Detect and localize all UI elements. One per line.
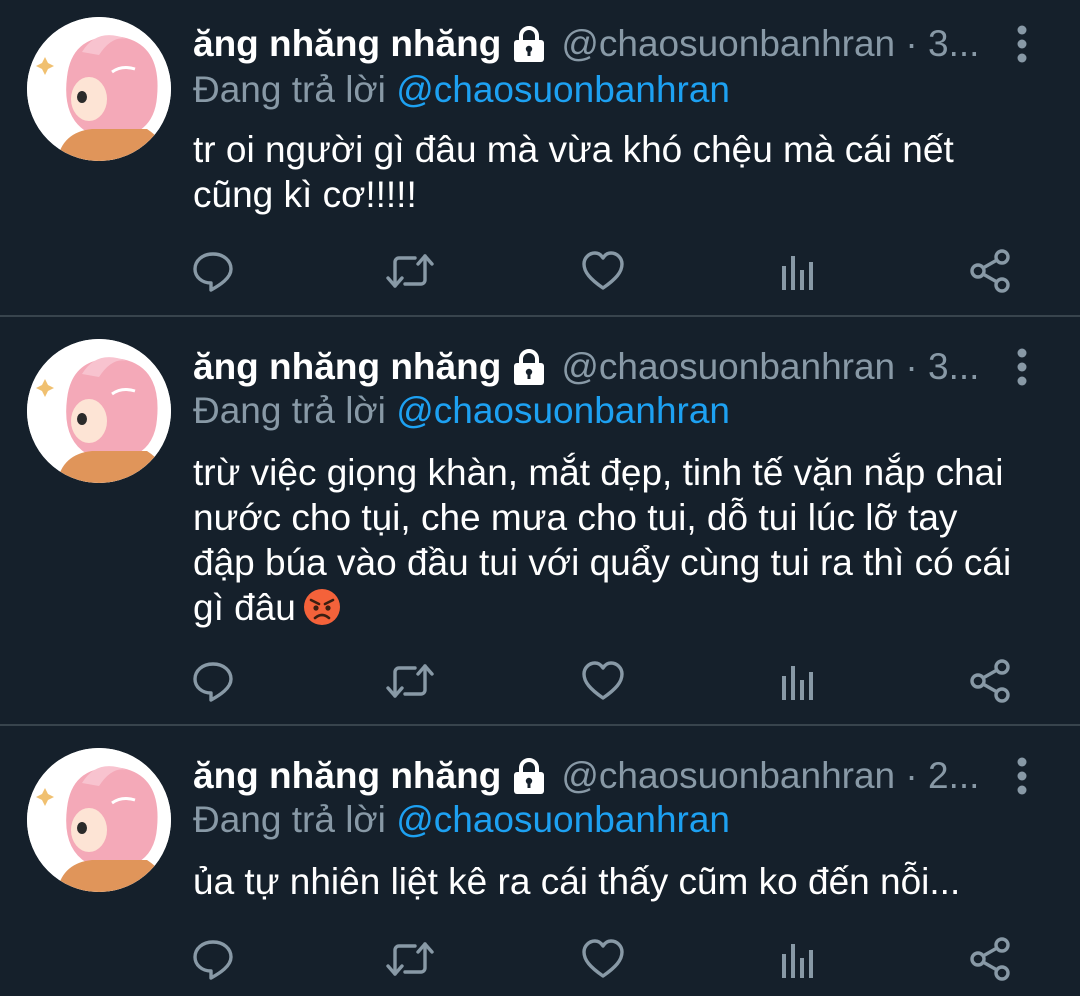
analytics-icon [782, 256, 813, 290]
avatar[interactable] [27, 17, 171, 161]
more-vertical-icon[interactable] [1008, 24, 1036, 64]
reply-prefix: Đang trả lời [193, 799, 386, 840]
share-button[interactable] [966, 934, 1016, 984]
avatar[interactable] [27, 339, 171, 483]
avatar[interactable] [27, 748, 171, 892]
tweet[interactable]: ăng nhăng nhăng @chaosuonbanhran · 3... … [0, 0, 1080, 316]
reply-context: Đang trả lời @chaosuonbanhran [193, 798, 730, 842]
reply-mention-link[interactable]: @chaosuonbanhran [396, 799, 730, 840]
tweet-text: ủa tự nhiên liệt kê ra cái thấy cũm ko đ… [193, 861, 961, 902]
tweet-text: trừ việc giọng khàn, mắt đẹp, tinh tế vặ… [193, 450, 1053, 630]
reply-mention-link[interactable]: @chaosuonbanhran [396, 390, 730, 431]
reply-icon [193, 662, 233, 702]
reply-mention-link[interactable]: @chaosuonbanhran [396, 69, 730, 110]
like-icon [582, 939, 624, 978]
lock-icon [509, 347, 549, 387]
analytics-button[interactable] [772, 656, 822, 706]
reply-context: Đang trả lời @chaosuonbanhran [193, 68, 730, 112]
reply-button[interactable] [188, 246, 238, 296]
share-icon [970, 937, 1010, 981]
analytics-icon [782, 666, 813, 700]
retweet-button[interactable] [385, 246, 435, 296]
avatar-image [27, 339, 171, 483]
tweet-actions [0, 246, 1080, 296]
handle-and-time[interactable]: @chaosuonbanhran · 2... [561, 752, 991, 800]
reply-context: Đang trả lời @chaosuonbanhran [193, 389, 730, 433]
retweet-icon [386, 664, 434, 698]
reply-button[interactable] [188, 934, 238, 984]
share-icon [970, 659, 1010, 703]
more-vertical-icon[interactable] [1008, 347, 1036, 387]
tweet-header: ăng nhăng nhăng @chaosuonbanhran · 3... [193, 343, 991, 391]
retweet-icon [386, 942, 434, 976]
lock-icon [509, 756, 549, 796]
avatar-image [27, 748, 171, 892]
tweet[interactable]: ăng nhăng nhăng @chaosuonbanhran · 2... … [0, 726, 1080, 996]
more-vertical-icon[interactable] [1008, 756, 1036, 796]
analytics-button[interactable] [772, 246, 822, 296]
share-button[interactable] [966, 246, 1016, 296]
share-icon [970, 249, 1010, 293]
like-button[interactable] [578, 246, 628, 296]
display-name[interactable]: ăng nhăng nhăng [193, 20, 501, 68]
handle-and-time[interactable]: @chaosuonbanhran · 3... [561, 20, 991, 68]
reply-icon [193, 252, 233, 292]
lock-icon [509, 24, 549, 64]
tweet-text: tr oi người gì đâu mà vừa khó chệu mà cá… [193, 129, 954, 215]
reply-icon [193, 940, 233, 980]
like-icon [582, 661, 624, 700]
avatar-image [27, 17, 171, 161]
reply-button[interactable] [188, 656, 238, 706]
tweet-header: ăng nhăng nhăng @chaosuonbanhran · 3... [193, 20, 991, 68]
tweet[interactable]: ăng nhăng nhăng @chaosuonbanhran · 3... … [0, 317, 1080, 725]
reply-prefix: Đang trả lời [193, 69, 386, 110]
tweet-actions [0, 656, 1080, 706]
display-name[interactable]: ăng nhăng nhăng [193, 343, 501, 391]
share-button[interactable] [966, 656, 1016, 706]
analytics-icon [782, 944, 813, 978]
reply-prefix: Đang trả lời [193, 390, 386, 431]
like-icon [582, 251, 624, 290]
handle-and-time[interactable]: @chaosuonbanhran · 3... [561, 343, 991, 391]
retweet-button[interactable] [385, 934, 435, 984]
display-name[interactable]: ăng nhăng nhăng [193, 752, 501, 800]
like-button[interactable] [578, 656, 628, 706]
tweet-header: ăng nhăng nhăng @chaosuonbanhran · 2... [193, 752, 991, 800]
tweet-actions [0, 934, 1080, 984]
angry-face-emoji [302, 587, 342, 627]
retweet-icon [386, 254, 434, 288]
analytics-button[interactable] [772, 934, 822, 984]
like-button[interactable] [578, 934, 628, 984]
retweet-button[interactable] [385, 656, 435, 706]
